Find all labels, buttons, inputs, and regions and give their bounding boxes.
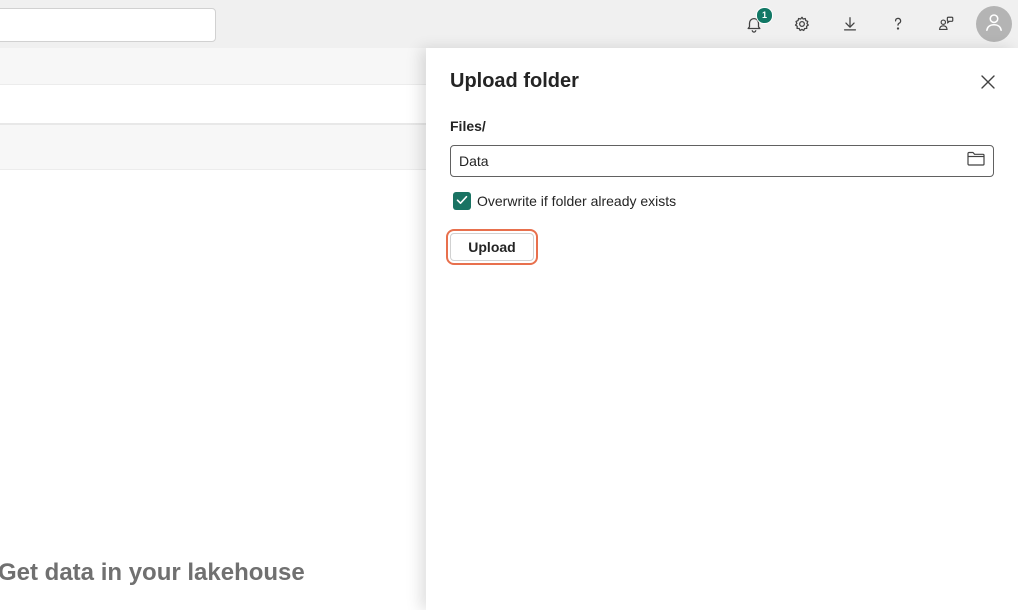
upload-folder-panel: Upload folder Files/ Data Overwrite if f… [426,48,1018,610]
download-button[interactable] [835,9,865,39]
upload-button[interactable]: Upload [450,233,534,261]
share-icon [937,15,955,33]
workspace-toolbar [0,48,426,85]
share-feedback-button[interactable] [931,9,961,39]
search-input[interactable] [0,8,216,42]
notifications-button[interactable]: 1 [739,7,773,39]
overwrite-checkbox-label: Overwrite if folder already exists [477,193,677,209]
close-button[interactable] [976,72,1000,96]
gear-icon [793,15,811,33]
folder-input[interactable] [459,146,949,176]
panel-title: Upload folder [450,70,579,92]
folder-input-container [450,145,994,177]
get-data-heading: Get data in your lakehouse [0,559,305,586]
workspace-ribbon [0,85,426,125]
avatar[interactable] [976,6,1012,42]
person-icon [983,11,1005,38]
settings-button[interactable] [787,9,817,39]
help-icon [889,15,907,33]
overwrite-option[interactable]: Overwrite if folder already exists [453,192,676,210]
browse-folder-button[interactable] [965,151,987,171]
folder-icon [967,151,985,171]
download-icon [841,15,859,33]
close-icon [981,74,995,94]
notification-count-badge: 1 [756,7,773,24]
lakehouse-workspace: Get data in your lakehouse [0,48,426,610]
top-bar: 1 [0,0,1018,48]
workspace-subheader [0,125,426,170]
help-button[interactable] [883,9,913,39]
overwrite-checkbox[interactable] [453,192,471,210]
checkmark-icon [456,192,468,210]
files-path-label: Files/ [450,118,486,134]
